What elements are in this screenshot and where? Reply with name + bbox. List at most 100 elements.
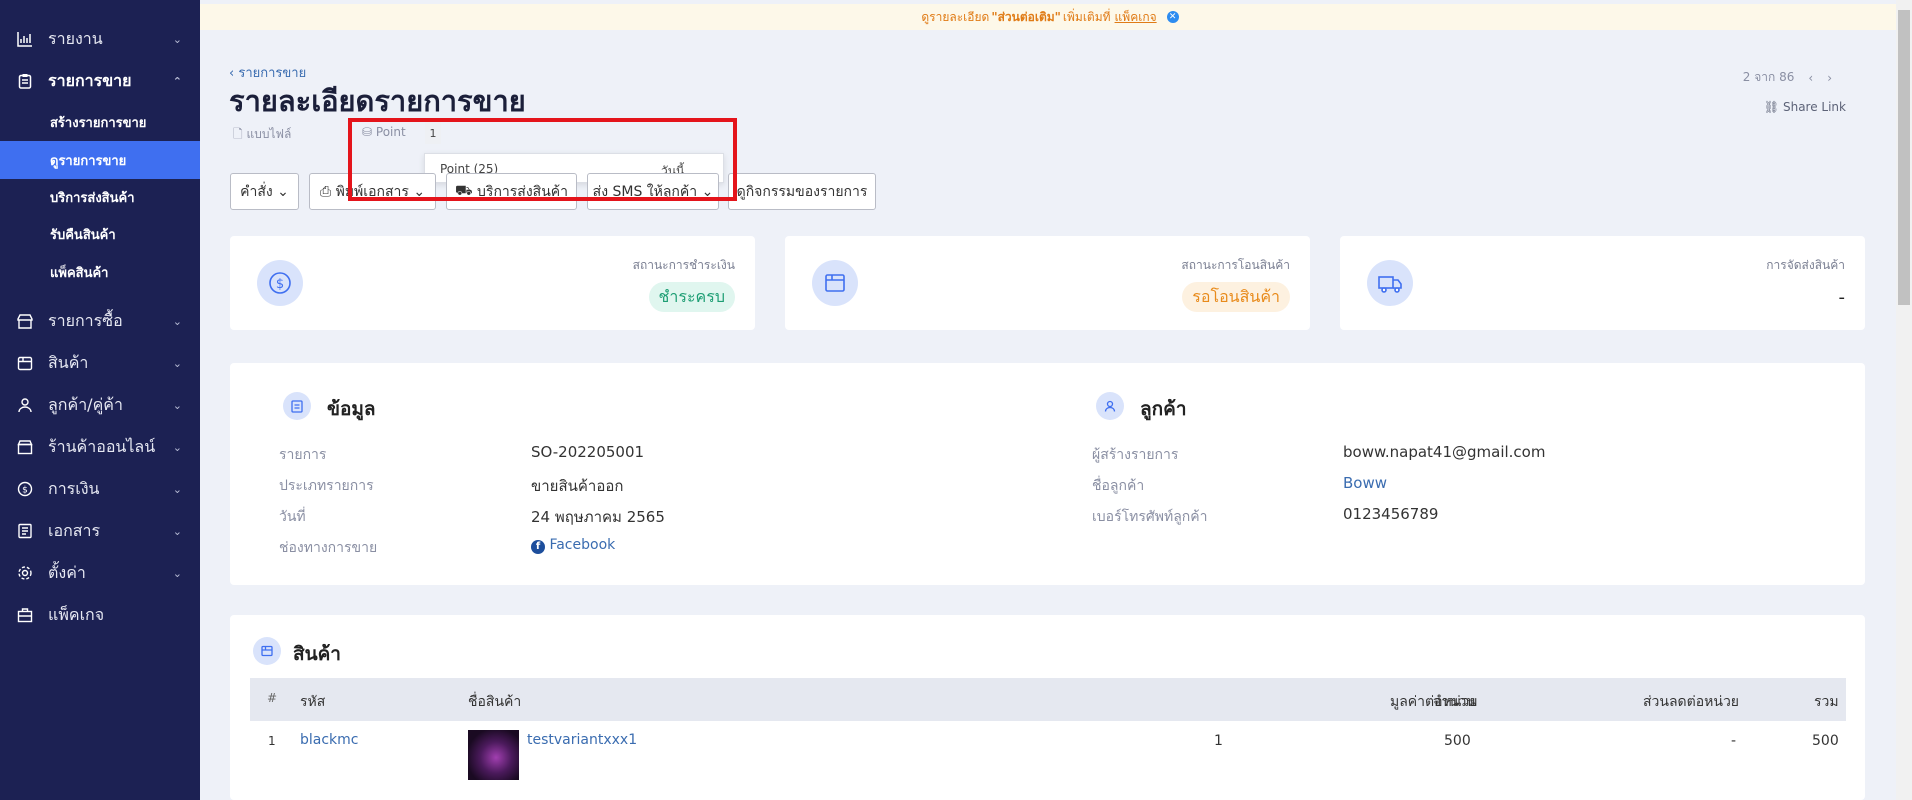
sidebar-sub-create-sale[interactable]: สร้างรายการขาย	[0, 103, 200, 141]
col-name: ชื่อสินค้า	[468, 694, 522, 710]
sidebar-item-label: ตั้งค่า	[48, 562, 86, 582]
sidebar-item-label: รายการขาย	[48, 70, 132, 90]
box-icon	[16, 354, 34, 372]
banner-package-link[interactable]: แพ็คเกจ	[1115, 8, 1157, 27]
svg-text:$: $	[22, 486, 28, 496]
delivery-status-card: การจัดส่งสินค้า -	[1340, 236, 1865, 330]
truck-icon	[1367, 260, 1413, 306]
promo-banner: ดูรายละเอียด "ส่วนต่อเติม" เพิ่มเติมที่ …	[200, 4, 1900, 30]
customer-label-name: ชื่อลูกค้า	[1092, 478, 1145, 494]
sidebar-item-products[interactable]: สินค้า ⌄	[0, 342, 200, 384]
banner-text: ดูรายละเอียด	[921, 9, 990, 24]
gear-icon	[16, 564, 34, 582]
info-label-order: รายการ	[279, 447, 327, 463]
info-section-title: ข้อมูล	[327, 398, 376, 420]
product-code-link[interactable]: blackmc	[300, 732, 359, 748]
template-label: แบบไฟล์	[246, 127, 292, 141]
sidebar-item-documents[interactable]: เอกสาร ⌄	[0, 510, 200, 552]
info-value-date: 24 พฤษภาคม 2565	[531, 508, 665, 526]
sidebar: รายงาน ⌄ รายการขาย ⌃ สร้างรายการขาย ดูรา…	[0, 0, 200, 800]
store-icon	[16, 312, 34, 330]
payment-status-card: $ สถานะการชำระเงิน ชำระครบ	[230, 236, 755, 330]
delivery-status-label: การจัดส่งสินค้า	[1766, 258, 1845, 272]
commands-button[interactable]: คำสั่ง ⌄	[230, 173, 299, 210]
sidebar-item-label: เอกสาร	[48, 520, 101, 540]
transfer-status-label: สถานะการโอนสินค้า	[1181, 258, 1290, 272]
scroll-thumb[interactable]	[1898, 10, 1910, 305]
products-table-header: # รหัส ชื่อสินค้า จำนวน มูลค่าต่อหน่วย ส…	[250, 678, 1846, 721]
file-icon: 🗋	[233, 127, 243, 141]
info-value-channel: f Facebook	[531, 537, 615, 554]
users-icon	[16, 396, 34, 414]
chevron-down-icon: ⌄	[172, 398, 182, 412]
sidebar-sub-packing[interactable]: แพ็คสินค้า	[0, 253, 200, 291]
dollar-icon: $	[16, 480, 34, 498]
product-total: 500	[1812, 733, 1839, 749]
products-section-title: สินค้า	[293, 643, 341, 665]
chevron-down-icon: ⌄	[172, 356, 182, 370]
payment-status-badge: ชำระครบ	[648, 282, 735, 312]
banner-highlight: "ส่วนต่อเติม"	[991, 9, 1061, 24]
pager-text: 2 จาก 86	[1742, 70, 1795, 84]
chevron-down-icon: ⌄	[277, 183, 289, 200]
row-number: 1	[268, 734, 276, 748]
customer-value-creator: boww.napat41@gmail.com	[1343, 443, 1546, 461]
sidebar-item-label: สินค้า	[48, 352, 89, 372]
view-activity-button[interactable]: ดูกิจกรรมของรายการ	[728, 173, 876, 210]
info-label-channel: ช่องทางการขาย	[279, 540, 378, 556]
svg-text:$: $	[276, 277, 284, 292]
customer-section-title: ลูกค้า	[1140, 398, 1187, 420]
highlight-annotation	[348, 118, 737, 201]
pager: 2 จาก 86 ‹ ›	[1743, 68, 1832, 87]
info-value-type: ขายสินค้าออก	[531, 477, 624, 495]
sidebar-sub-shipping[interactable]: บริการส่งสินค้า	[0, 178, 200, 216]
sidebar-item-label: แพ็คเกจ	[48, 604, 105, 624]
chevron-down-icon: ⌄	[172, 440, 182, 454]
customer-label-creator: ผู้สร้างรายการ	[1092, 447, 1179, 463]
sidebar-item-finance[interactable]: $ การเงิน ⌄	[0, 468, 200, 510]
template-link[interactable]: 🗋 แบบไฟล์	[233, 125, 291, 146]
sidebar-item-label: ร้านค้าออนไลน์	[48, 436, 156, 456]
scrollbar[interactable]	[1896, 0, 1912, 800]
box-icon	[812, 260, 858, 306]
sidebar-item-label: รายงาน	[48, 28, 103, 48]
close-icon[interactable]: ✕	[1166, 11, 1179, 23]
dollar-icon: $	[257, 260, 303, 306]
customer-name-link[interactable]: Boww	[1343, 474, 1387, 492]
chevron-down-icon: ⌄	[172, 524, 182, 538]
clipboard-icon	[283, 392, 311, 420]
sidebar-item-reports[interactable]: รายงาน ⌄	[0, 18, 200, 60]
sidebar-item-sales[interactable]: รายการขาย ⌃	[0, 60, 200, 102]
document-icon	[16, 522, 34, 540]
sidebar-sub-returns[interactable]: รับคืนสินค้า	[0, 215, 200, 253]
sidebar-item-purchases[interactable]: รายการซื้อ ⌄	[0, 300, 200, 342]
payment-status-label: สถานะการชำระเงิน	[632, 258, 735, 272]
product-thumbnail[interactable]	[468, 730, 519, 780]
sidebar-sub-view-sales[interactable]: ดูรายการขาย	[0, 141, 200, 179]
chart-icon	[16, 30, 34, 48]
share-link-button[interactable]: ⛓ Share Link	[1764, 100, 1846, 114]
chevron-left-icon[interactable]: ‹	[1808, 71, 1813, 85]
sidebar-item-package[interactable]: แพ็คเกจ	[0, 594, 200, 636]
details-card	[230, 363, 1865, 585]
product-unit-price: 500	[1444, 733, 1471, 749]
sidebar-item-label: รายการซื้อ	[48, 310, 123, 330]
sidebar-item-online-store[interactable]: ร้านค้าออนไลน์ ⌄	[0, 426, 200, 468]
col-total: รวม	[1814, 694, 1839, 710]
sidebar-item-label: ลูกค้า/คู่ค้า	[48, 394, 123, 414]
share-icon: ⛓	[1763, 100, 1780, 114]
chevron-down-icon: ⌄	[172, 32, 182, 46]
sidebar-item-customers[interactable]: ลูกค้า/คู่ค้า ⌄	[0, 384, 200, 426]
channel-label: Facebook	[549, 537, 616, 553]
col-number: #	[267, 691, 278, 705]
package-icon	[16, 606, 34, 624]
delivery-status-value: -	[1838, 286, 1846, 308]
product-unit-discount: -	[1731, 733, 1737, 749]
product-name-link[interactable]: testvariantxxx1	[527, 732, 637, 748]
sidebar-item-settings[interactable]: ตั้งค่า ⌄	[0, 552, 200, 594]
chevron-right-icon[interactable]: ›	[1827, 71, 1832, 85]
banner-text-middle: เพิ่มเติมที่	[1062, 9, 1111, 24]
transfer-status-badge: รอโอนสินค้า	[1182, 282, 1290, 312]
customer-label-phone: เบอร์โทรศัพท์ลูกค้า	[1092, 509, 1208, 525]
box-icon	[253, 637, 281, 665]
